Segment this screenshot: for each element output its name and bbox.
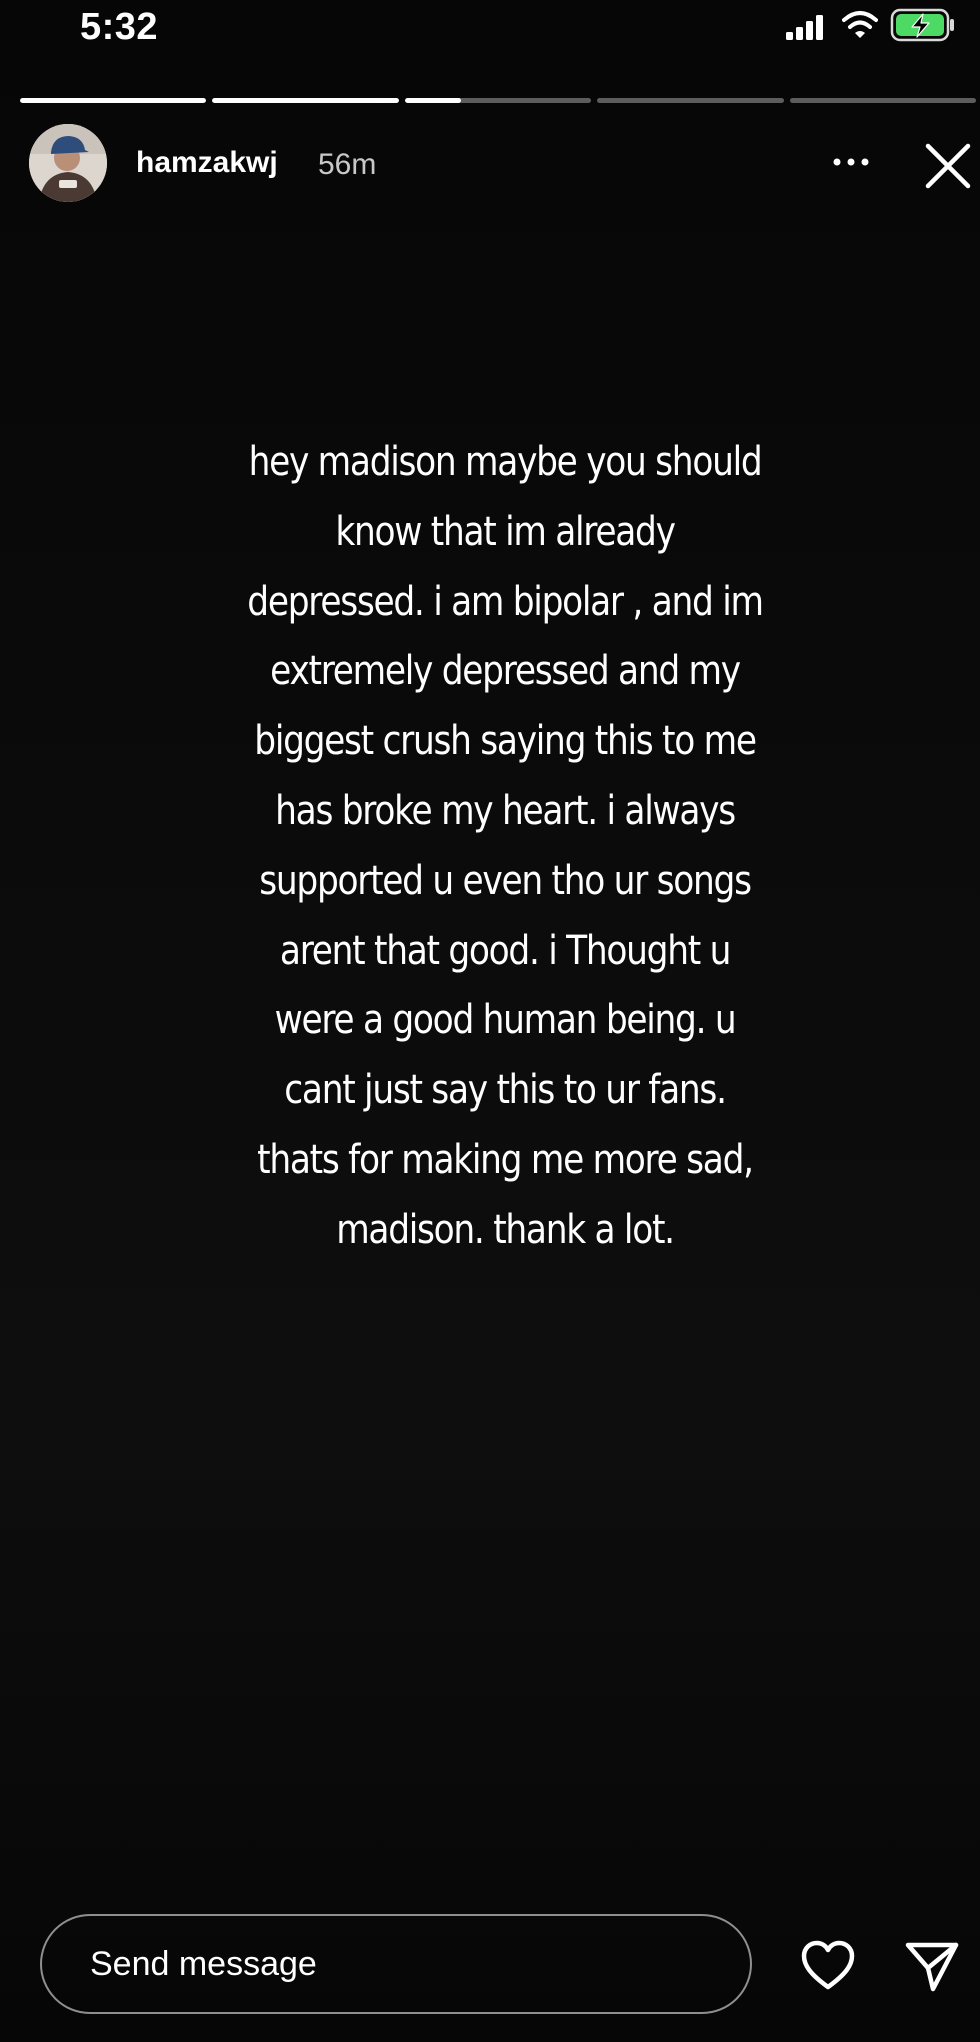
story-progress-segment (404, 98, 592, 103)
send-message-placeholder: Send message (90, 1944, 317, 1983)
story-progress-segment (597, 98, 784, 103)
close-icon[interactable] (922, 140, 974, 192)
signal-icon (786, 15, 823, 40)
send-icon[interactable] (904, 1940, 960, 1994)
more-icon[interactable] (830, 150, 872, 174)
story-progress (20, 98, 977, 103)
send-message-input[interactable]: Send message (40, 1914, 752, 2014)
username[interactable]: hamzakwj (136, 146, 278, 180)
story-text: hey madison maybe you should know that i… (247, 439, 764, 1253)
wifi-icon (842, 11, 878, 38)
avatar[interactable] (29, 124, 107, 202)
story-time-ago: 56m (318, 148, 377, 181)
story-progress-segment (20, 98, 207, 103)
story-progress-segment (789, 98, 977, 103)
battery-charging-icon (890, 8, 954, 42)
heart-icon[interactable] (800, 1940, 856, 1992)
avatar-image (29, 124, 107, 202)
status-time: 5:32 (80, 6, 159, 48)
story-progress-segment (212, 98, 399, 103)
